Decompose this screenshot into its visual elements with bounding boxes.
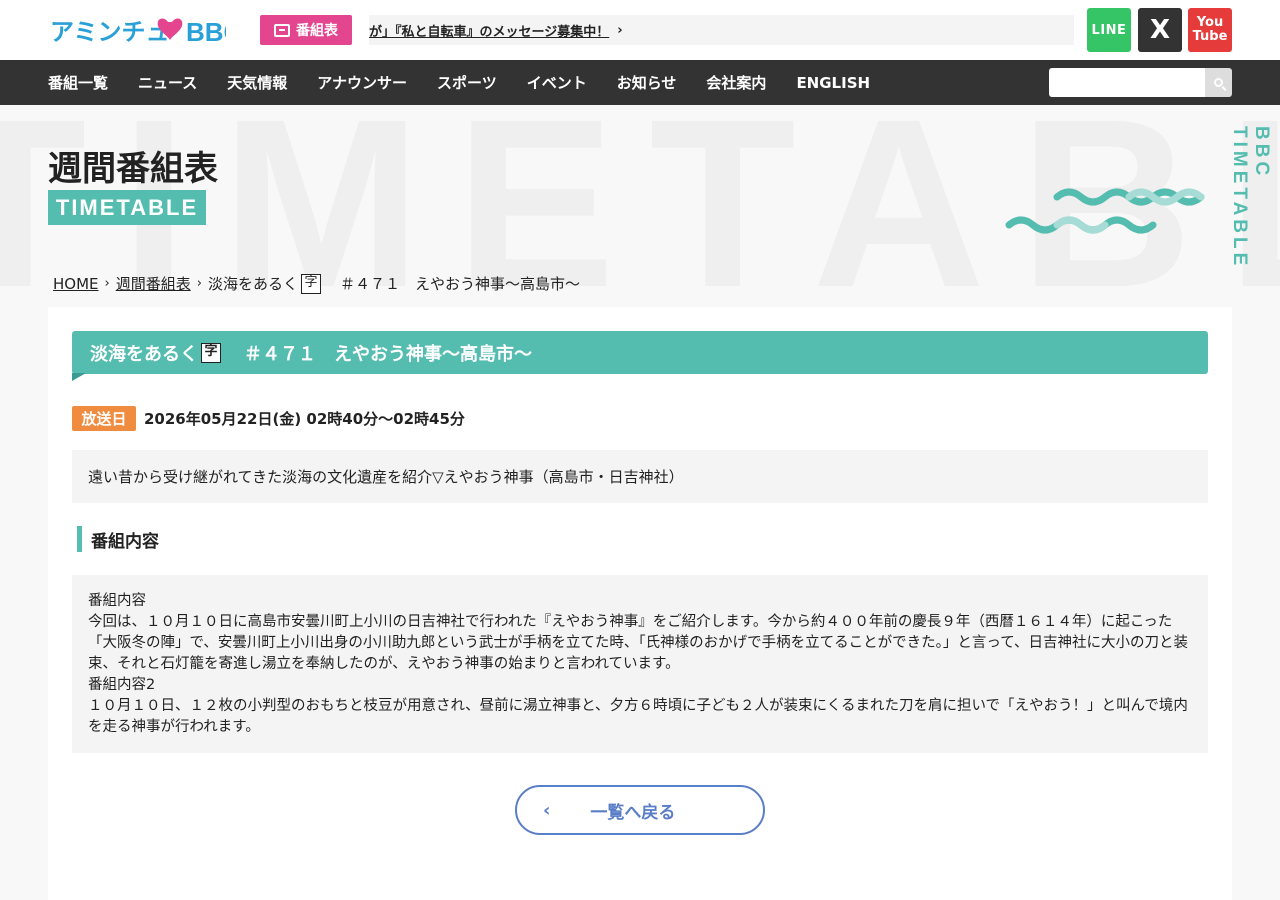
page-title: 週間番組表 [48,149,218,189]
program-title-bar: 淡海をあるく 字 ＃４７１ えやおう神事〜高島市〜 [72,331,1208,374]
page-hero: TIMETABLE T 週間番組表 TIMETABLE HOME › 週間番組表… [0,105,1280,307]
svg-text:アミンチュ: アミンチュ [50,18,170,46]
program-guide-button[interactable]: 番組表 [260,15,352,45]
line-label: LINE [1091,22,1127,38]
content-line: 番組内容 [88,593,146,609]
section-title: 番組内容 [77,526,159,552]
x-label: X [1149,15,1171,45]
program-title-suffix: ＃４７１ えやおう神事〜高島市〜 [244,343,532,365]
site-logo[interactable]: アミンチュ BBC [50,12,226,48]
nav-item-sports[interactable]: スポーツ [437,72,497,93]
breadcrumb-current-suffix: ＃４７１ えやおう神事〜高島市〜 [339,275,580,293]
content-line: 番組内容2 [88,677,156,693]
tv-icon [274,23,290,37]
breadcrumb-home[interactable]: HOME [53,275,99,293]
chevron-left-icon: ‹ [543,799,551,821]
breadcrumb-current-prefix: 淡海をあるく [207,275,298,293]
content-line: １０月１０日、１２枚の小判型のおもちと枝豆が用意され、昼前に湯立神事と、夕方６時… [88,698,1188,735]
nav-list: 番組一覧 ニュース 天気情報 アナウンサー スポーツ イベント お知らせ 会社案… [48,60,900,105]
program-guide-label: 番組表 [296,23,338,39]
program-content: 番組内容 今回は、１０月１０日に高島市安曇川町上小川の日吉神社で行われた『えやお… [72,575,1208,753]
news-ticker[interactable]: が」『私と自転車』のメッセージ募集中！ › [369,15,1074,45]
nav-item-programs[interactable]: 番組一覧 [48,72,108,93]
nav-item-weather[interactable]: 天気情報 [227,72,287,93]
site-header: アミンチュ BBC 番組表 が」『私と自転車』のメッセージ募集中！ › LINE… [0,0,1280,60]
youtube-label-2: Tube [1192,29,1228,44]
content-line: 今回は、１０月１０日に高島市安曇川町上小川の日吉神社で行われた『えやおう神事』を… [88,614,1188,672]
search-button[interactable] [1205,68,1232,97]
youtube-label-1: You [1196,15,1224,30]
search-input[interactable] [1049,68,1205,97]
main-nav: 番組一覧 ニュース 天気情報 アナウンサー スポーツ イベント お知らせ 会社案… [0,60,1280,105]
side-label: BBC TIMETABLE [1229,126,1272,270]
search-icon [1214,78,1223,87]
air-date-badge: 放送日 [72,406,136,431]
nav-item-news[interactable]: ニュース [138,72,197,93]
chevron-right-icon: › [104,276,110,291]
caption-badge: 字 [201,342,221,363]
breadcrumb-timetable[interactable]: 週間番組表 [116,273,191,294]
x-button[interactable]: X [1138,8,1182,52]
youtube-button[interactable]: You Tube [1188,8,1232,52]
caption-badge: 字 [300,273,321,294]
program-title-prefix: 淡海をあるく [90,343,198,365]
title-badge: TIMETABLE [48,190,206,225]
wave-decoration [1005,188,1205,234]
chevron-right-icon: › [617,22,623,38]
title-bar-tail [72,373,86,381]
chevron-right-icon: › [196,276,202,291]
back-to-list-button[interactable]: ‹ 一覧へ戻る [515,785,765,835]
svg-text:BBC: BBC [186,17,226,47]
breadcrumb: HOME › 週間番組表 › 淡海をあるく 字 ＃４７１ えやおう神事〜高島市〜 [53,273,580,294]
nav-item-english[interactable]: ENGLISH [796,74,870,92]
nav-item-company[interactable]: 会社案内 [706,72,766,93]
nav-item-events[interactable]: イベント [527,72,587,93]
program-detail: 淡海をあるく 字 ＃４７１ えやおう神事〜高島市〜 放送日 2026年05月22… [48,307,1232,900]
air-info: 放送日 2026年05月22日(金) 02時40分〜02時45分 [72,406,465,431]
nav-item-announcers[interactable]: アナウンサー [317,72,407,93]
back-to-list-label: 一覧へ戻る [590,802,676,823]
line-button[interactable]: LINE [1087,8,1131,52]
air-date: 2026年05月22日(金) 02時40分〜02時45分 [144,410,465,428]
program-summary: 遠い昔から受け継がれてきた淡海の文化遺産を紹介▽えやおう神事（高島市・日吉神社） [72,450,1208,503]
nav-item-notices[interactable]: お知らせ [617,72,677,93]
ticker-text[interactable]: が」『私と自転車』のメッセージ募集中！ [369,21,609,40]
